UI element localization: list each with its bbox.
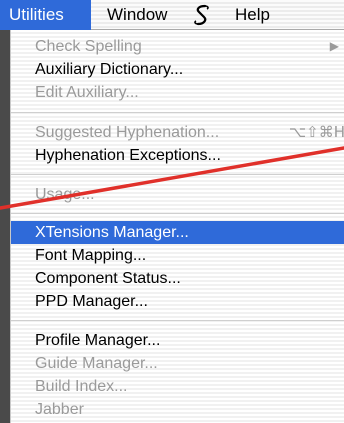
screen: Utilities Window Help Check Spelling ▶ A…: [0, 0, 344, 423]
menu-separator: [11, 174, 344, 175]
menu-item-label: Edit Auxiliary...: [35, 84, 139, 101]
menu-item-label: Component Status...: [35, 270, 181, 287]
menu-item-auxiliary-dictionary[interactable]: Auxiliary Dictionary...: [11, 58, 344, 81]
menu-item-label: Hyphenation Exceptions...: [35, 147, 221, 164]
menu-item-component-status[interactable]: Component Status...: [11, 267, 344, 290]
menu-item-hyphenation-exceptions[interactable]: Hyphenation Exceptions...: [11, 144, 344, 167]
menu-item-check-spelling[interactable]: Check Spelling ▶: [11, 35, 344, 58]
menu-item-suggested-hyphenation[interactable]: Suggested Hyphenation... ⌥⇧⌘H: [11, 121, 344, 144]
menu-item-label: XTensions Manager...: [35, 224, 189, 241]
menu-window[interactable]: Window: [98, 0, 176, 30]
menu-item-font-mapping[interactable]: Font Mapping...: [11, 244, 344, 267]
menu-item-xtensions-manager[interactable]: XTensions Manager...: [11, 221, 344, 244]
keyboard-shortcut: ⌥⇧⌘H: [288, 123, 344, 141]
menu-separator: [11, 320, 344, 321]
menu-item-label: Suggested Hyphenation...: [35, 124, 220, 141]
menu-item-profile-manager[interactable]: Profile Manager...: [11, 329, 344, 352]
menu-utilities[interactable]: Utilities: [0, 0, 91, 30]
menu-separator: [11, 112, 344, 113]
menu-item-label: Auxiliary Dictionary...: [35, 61, 184, 78]
menu-item-jabber[interactable]: Jabber: [11, 398, 344, 421]
utilities-dropdown-menu: Check Spelling ▶ Auxiliary Dictionary...…: [10, 30, 344, 423]
menu-item-label: Build Index...: [35, 378, 128, 395]
script-icon: [191, 4, 213, 25]
menu-item-label: Jabber: [35, 401, 84, 418]
menu-item-label: Profile Manager...: [35, 332, 161, 349]
menu-item-build-index[interactable]: Build Index...: [11, 375, 344, 398]
menu-separator: [11, 213, 344, 214]
menu-item-label: Guide Manager...: [35, 355, 158, 372]
menu-bar: Utilities Window Help: [0, 0, 344, 30]
menu-item-label: Check Spelling: [35, 38, 142, 55]
menu-help[interactable]: Help: [226, 0, 279, 30]
script-menu[interactable]: [184, 0, 220, 30]
menu-item-guide-manager[interactable]: Guide Manager...: [11, 352, 344, 375]
menu-item-label: Usage...: [35, 186, 95, 203]
menu-item-ppd-manager[interactable]: PPD Manager...: [11, 290, 344, 313]
menu-item-label: Font Mapping...: [35, 247, 147, 264]
menu-item-edit-auxiliary[interactable]: Edit Auxiliary...: [11, 81, 344, 104]
menu-item-label: PPD Manager...: [35, 293, 148, 310]
menu-item-usage[interactable]: Usage...: [11, 183, 344, 206]
window-edge: [0, 30, 10, 423]
submenu-arrow-icon: ▶: [329, 39, 339, 53]
